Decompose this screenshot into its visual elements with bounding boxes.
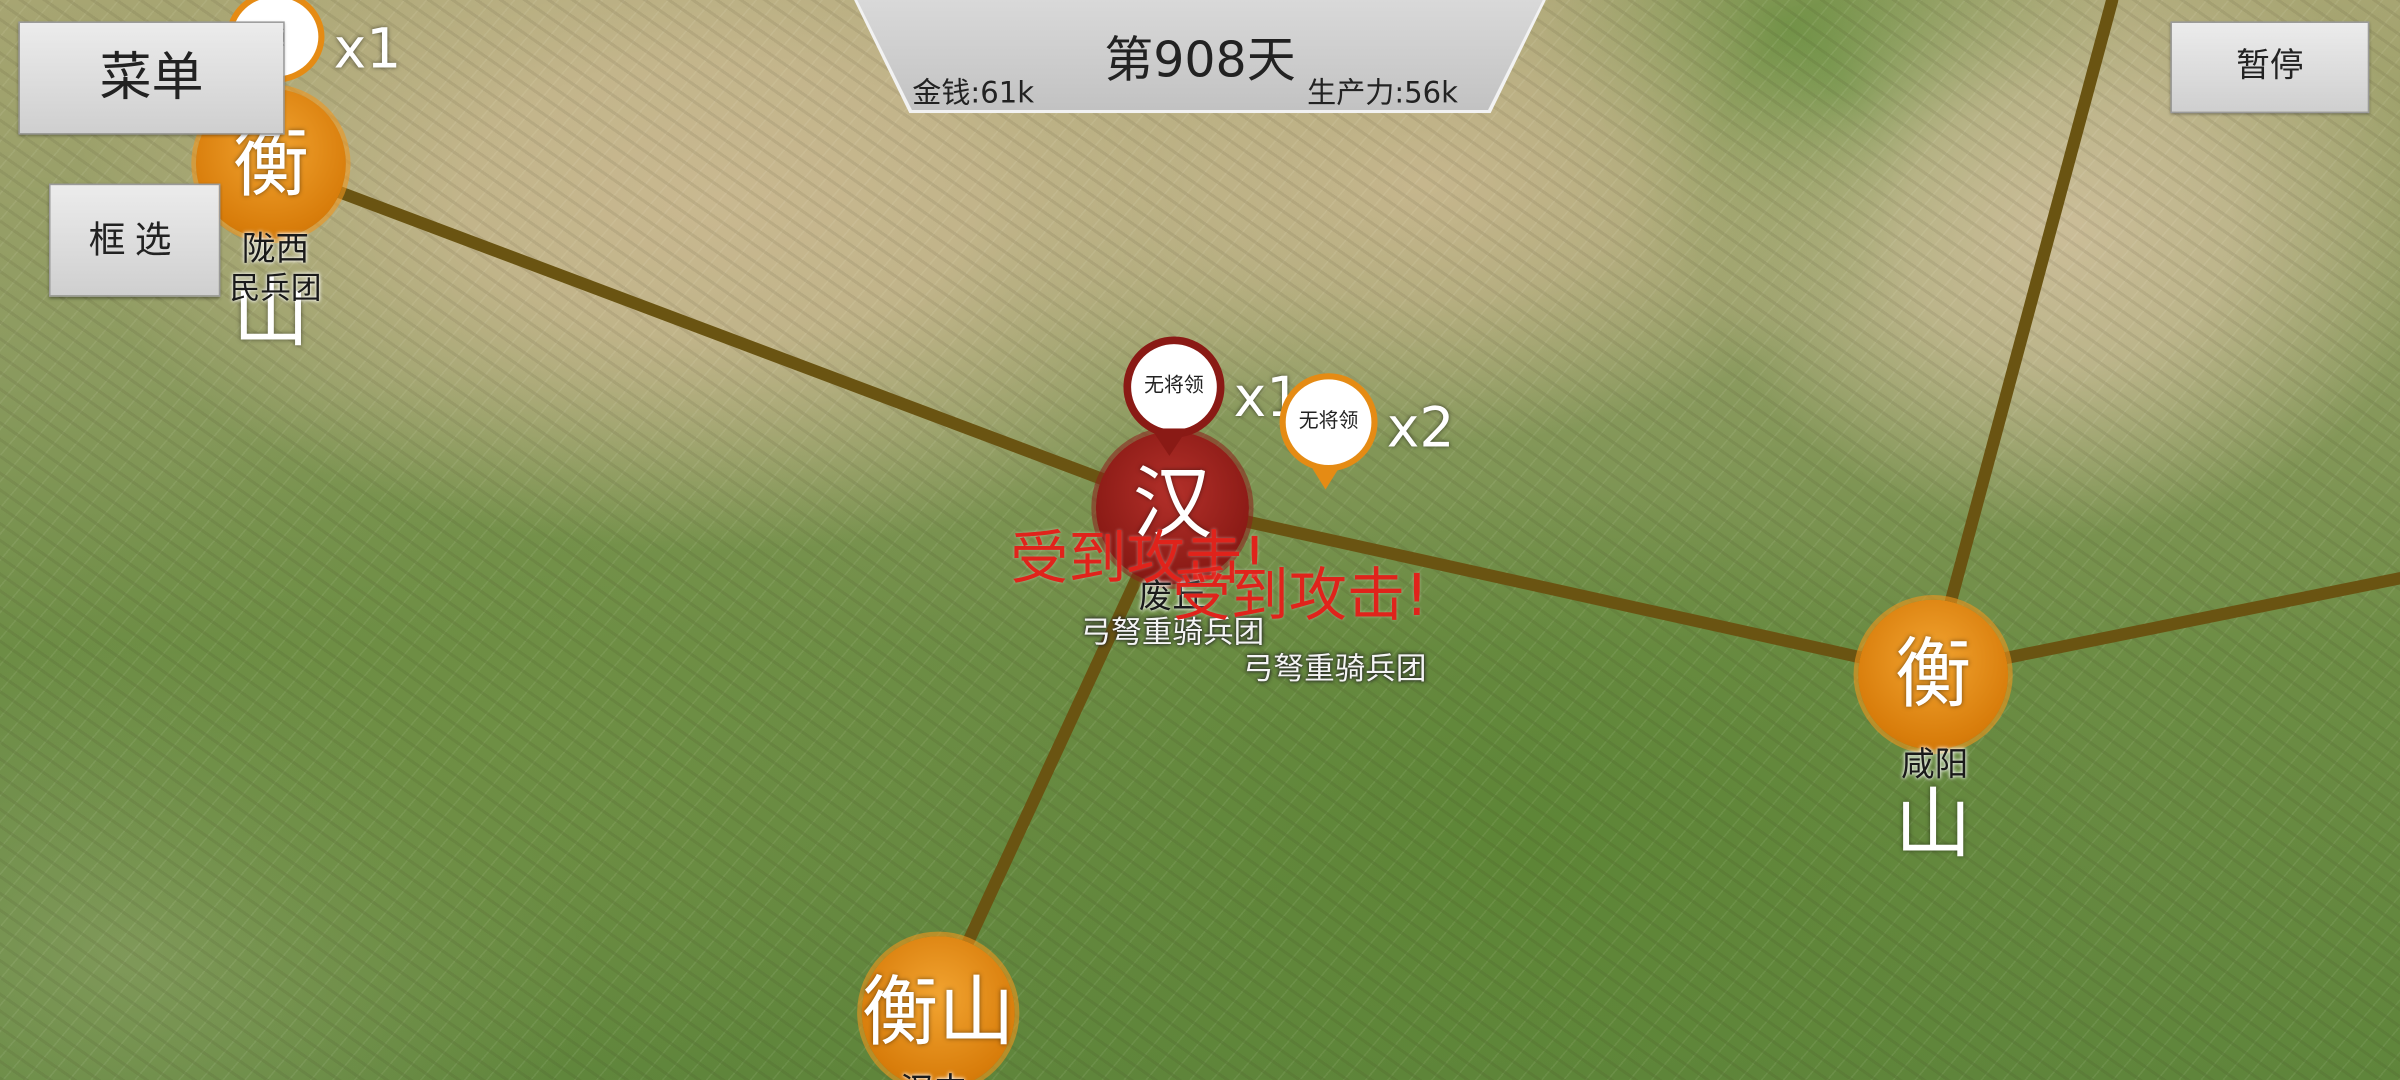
city-hanzhong-name: 汉中: [872, 1063, 994, 1080]
game-scene: 衡山 陇西 民兵团 领 x1 汉 废丘 弓弩重骑兵团 无将领 x1 无将领 x2…: [0, 0, 2400, 1080]
box-select-button[interactable]: 框选: [48, 183, 221, 297]
attack-alert-2: 受到攻击!: [1172, 561, 1429, 629]
marker-pointer: [1310, 465, 1341, 490]
road-longxi-feiqiu: [261, 159, 1178, 511]
city-badge-text: 衡山: [861, 968, 1015, 1058]
unit-marker-text: 无将领: [1144, 374, 1204, 398]
unit-army-2: 弓弩重骑兵团: [1242, 650, 1427, 687]
unit-marker-text: 无将领: [1298, 409, 1359, 433]
money-readout: 金钱:61k: [912, 76, 1035, 111]
city-xianyang-name: 咸阳: [1900, 746, 1969, 785]
unit-count-2: x2: [1386, 397, 1455, 461]
unit-count-longxi: x1: [333, 18, 402, 82]
city-longxi-army: 民兵团: [229, 269, 322, 306]
status-bar: 第908天 金钱:61k 生产力:56k: [854, 0, 1546, 114]
unit-marker-no-general-2[interactable]: 无将领: [1279, 373, 1378, 472]
city-xianyang-badge[interactable]: 衡山: [1858, 599, 2009, 869]
city-hanzhong-badge[interactable]: 衡山: [861, 936, 1015, 1080]
road-xianyang-north: [1925, 0, 2119, 680]
pause-button[interactable]: 暂停: [2170, 21, 2370, 114]
productivity-readout: 生产力:56k: [1307, 76, 1459, 111]
unit-marker-no-general-1[interactable]: 无将领: [1123, 336, 1225, 438]
menu-button[interactable]: 菜单: [18, 21, 285, 135]
marker-pointer: [1151, 428, 1188, 456]
